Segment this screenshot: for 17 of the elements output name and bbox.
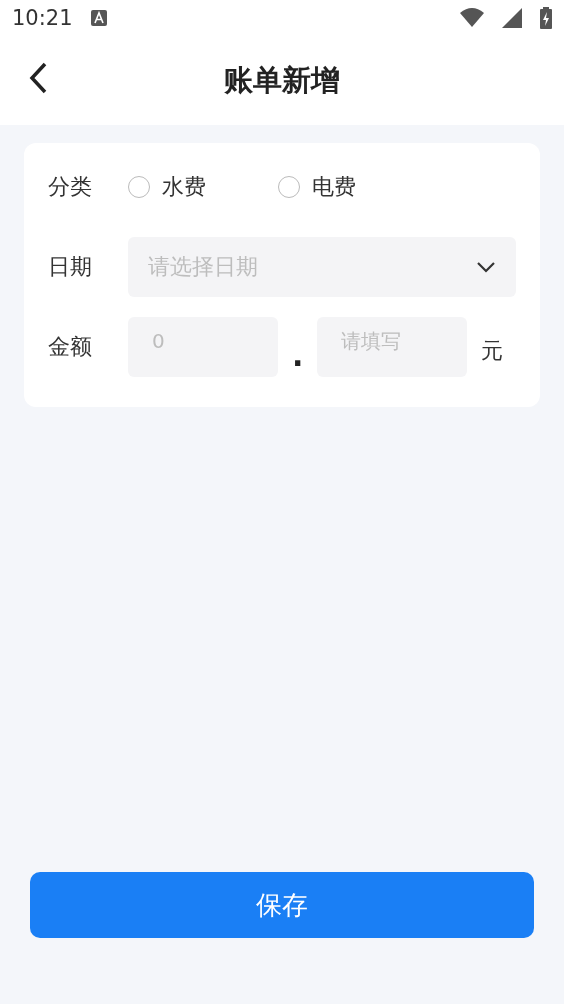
battery-icon (540, 7, 552, 29)
signal-icon (502, 8, 522, 28)
integer-input-field[interactable]: 0 (128, 317, 278, 377)
radio-option[interactable]: 水费 (128, 172, 206, 202)
status-time: 10:21 (12, 6, 73, 30)
save-button[interactable]: 保存 (30, 872, 534, 938)
wifi-icon (460, 8, 484, 28)
currency-unit: 元 (481, 337, 504, 365)
decimal-input-field[interactable]: 请填写 (317, 317, 468, 377)
field-label: 分类 (48, 173, 93, 201)
field-label: 日期 (48, 253, 93, 281)
page-title: 账单新增 (224, 61, 340, 99)
notification-icon (90, 10, 107, 26)
field-label: 金额 (48, 333, 93, 361)
chevron-down-icon (476, 261, 496, 273)
radio-option[interactable]: 电费 (278, 172, 356, 202)
decimal-point: . (292, 337, 304, 373)
